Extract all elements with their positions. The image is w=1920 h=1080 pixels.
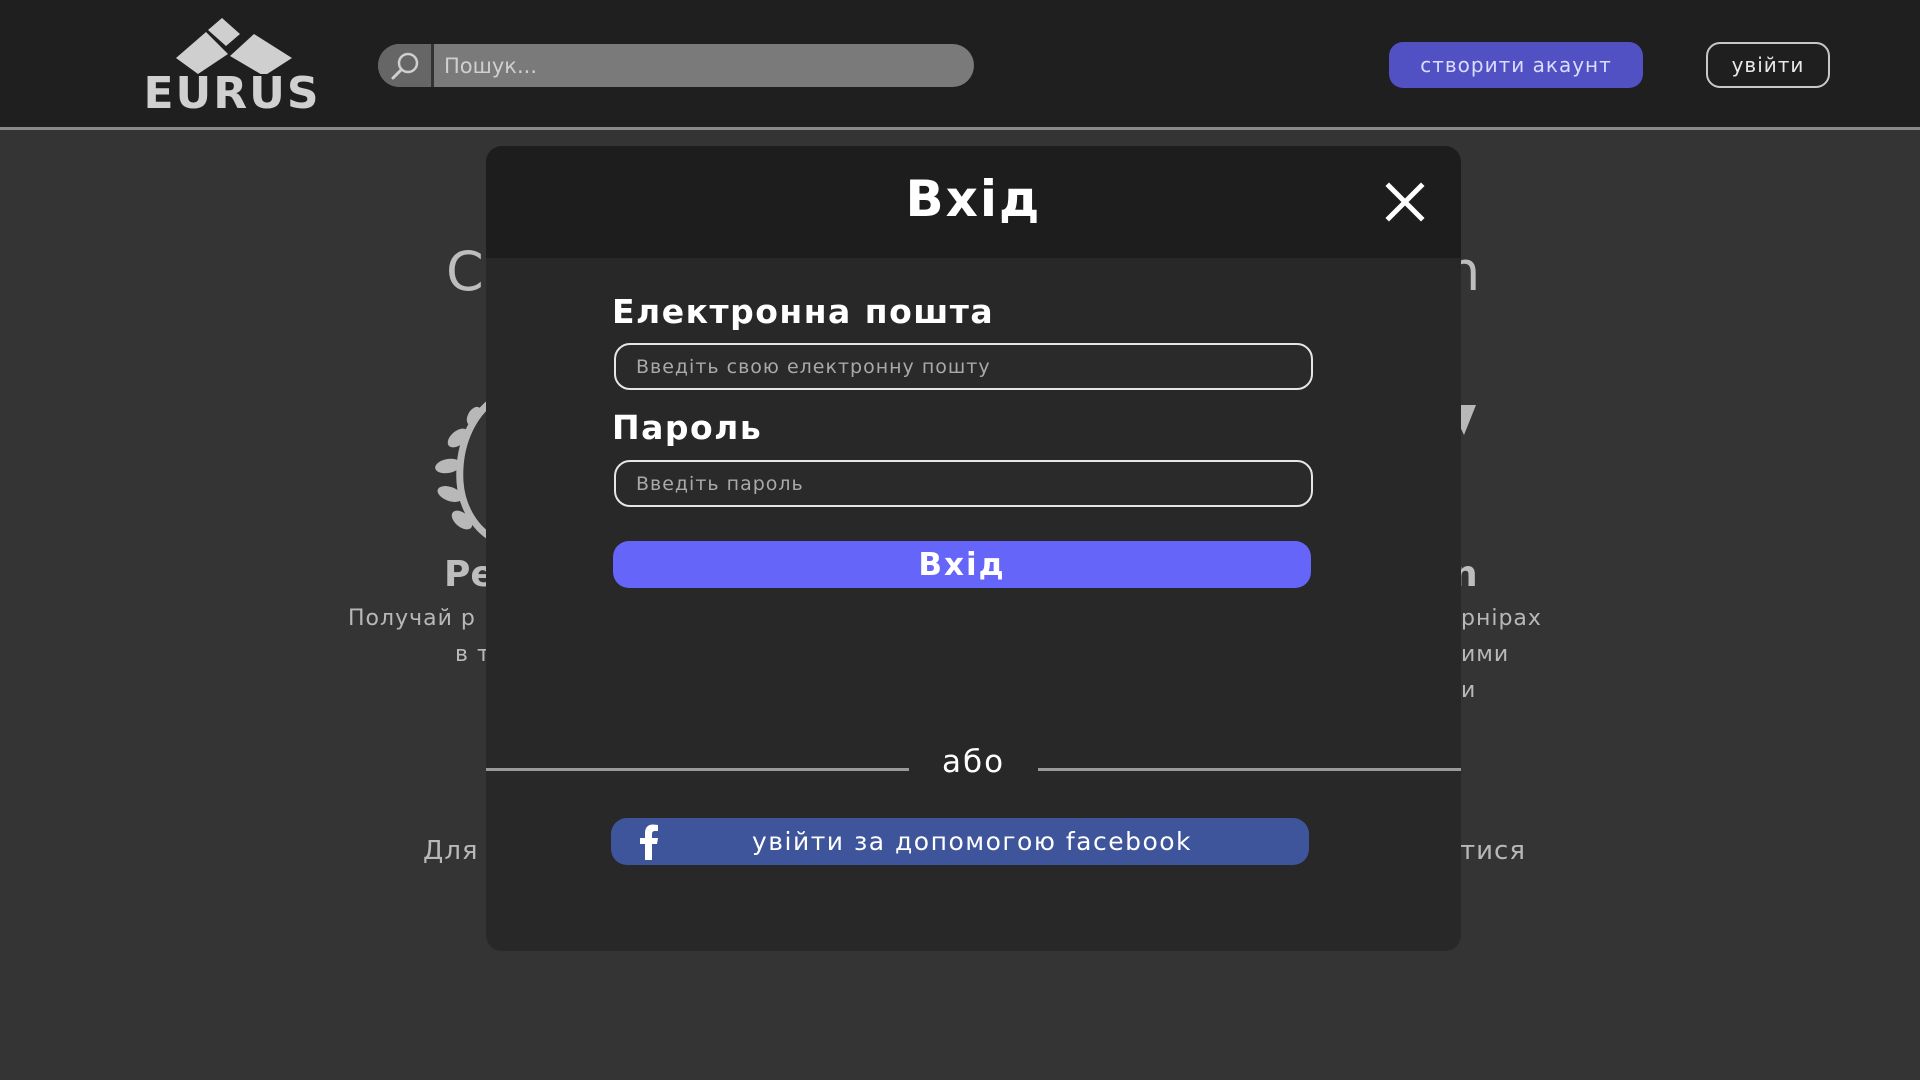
background-text-line: рнірах bbox=[1461, 606, 1542, 631]
eurus-logo[interactable]: EURUS bbox=[136, 18, 328, 119]
background-heading-left: C bbox=[446, 240, 484, 303]
email-field[interactable] bbox=[614, 343, 1313, 390]
facebook-login-label: увійти за допомогою facebook bbox=[751, 827, 1193, 856]
create-account-button[interactable]: створити акаунт bbox=[1389, 42, 1643, 88]
facebook-login-button[interactable]: увійти за допомогою facebook bbox=[611, 818, 1309, 865]
logo-text: EURUS bbox=[143, 68, 321, 119]
site-header: EURUS створити акаунт увійти bbox=[0, 0, 1920, 130]
background-bottom-text-right: тися bbox=[1460, 836, 1526, 866]
login-modal: Вхід Електронна пошта Пароль Вхід або ув… bbox=[486, 146, 1461, 951]
search-input[interactable] bbox=[438, 44, 968, 87]
password-field[interactable] bbox=[614, 460, 1313, 507]
search-bar[interactable] bbox=[378, 44, 974, 87]
close-icon[interactable] bbox=[1381, 178, 1429, 226]
background-text-line: ими bbox=[1461, 642, 1510, 667]
password-label: Пароль bbox=[612, 408, 763, 447]
login-button[interactable]: увійти bbox=[1706, 42, 1830, 88]
search-icon[interactable] bbox=[378, 44, 434, 87]
logo-mark-icon bbox=[176, 18, 292, 74]
modal-header: Вхід bbox=[486, 146, 1461, 258]
background-text-line: Получай р bbox=[348, 606, 476, 631]
email-label: Електронна пошта bbox=[612, 292, 995, 331]
background-text-line: и bbox=[1461, 678, 1477, 703]
background-bottom-text-left: Для bbox=[423, 836, 479, 866]
divider-text: або bbox=[941, 744, 1006, 780]
modal-title: Вхід bbox=[905, 170, 1042, 228]
submit-login-button[interactable]: Вхід bbox=[613, 541, 1311, 588]
